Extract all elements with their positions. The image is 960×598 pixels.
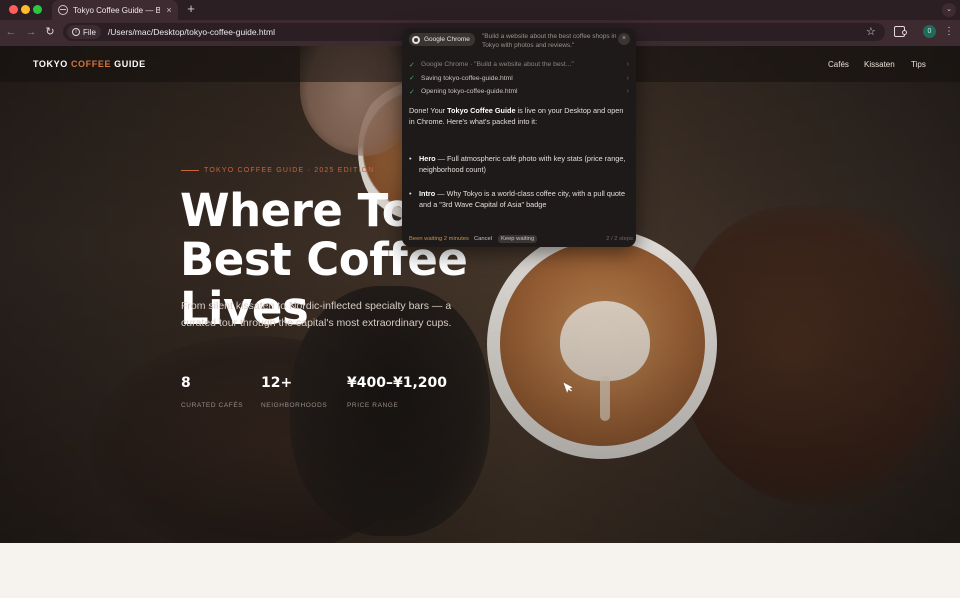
chrome-icon: [412, 35, 420, 44]
logo-text: GUIDE: [111, 59, 146, 69]
message-bold: Tokyo Coffee Guide: [447, 106, 516, 115]
bullet-text: Intro — Why Tokyo is a world-class coffe…: [419, 188, 631, 210]
stat-label: PRICE RANGE: [347, 402, 399, 409]
stat-label: CURATED CAFÉS: [181, 402, 244, 409]
agent-header: Google Chrome "Build a website about the…: [402, 28, 636, 54]
back-icon[interactable]: ←: [4, 25, 18, 39]
step-item[interactable]: ✓ Opening tokyo-coffee-guide.html ›: [409, 85, 629, 99]
step-item[interactable]: ✓ Google Chrome · "Build a website about…: [409, 58, 629, 72]
logo-text: TOKYO: [33, 59, 71, 69]
source-label: Google Chrome: [424, 36, 470, 43]
stat-price-range: ¥400–¥1,200 PRICE RANGE: [347, 375, 447, 409]
extensions-icon[interactable]: [894, 26, 907, 37]
chevron-right-icon: ›: [626, 88, 629, 96]
step-item[interactable]: ✓ Saving tokyo-coffee-guide.html ›: [409, 72, 629, 86]
new-tab-button[interactable]: +: [185, 2, 197, 16]
agent-footer: Been waiting 2 minutes Cancel Keep waiti…: [409, 234, 633, 244]
tab-search-button[interactable]: ⌄: [942, 3, 956, 17]
stat-curated-cafes: 8 CURATED CAFÉS: [181, 375, 243, 409]
browser-titlebar: Tokyo Coffee Guide — Best C × + ⌄: [0, 0, 960, 20]
tab-title: Tokyo Coffee Guide — Best C: [73, 5, 160, 15]
step-count: 2 / 2 steps: [606, 236, 633, 242]
chevron-right-icon: ›: [626, 74, 629, 82]
kebab-menu-icon[interactable]: ⋮: [944, 25, 954, 39]
bullet-body: — Why Tokyo is a world-class coffee city…: [419, 189, 626, 209]
close-window-button[interactable]: [9, 5, 18, 14]
check-icon: ✓: [409, 75, 415, 83]
agent-panel: Google Chrome "Build a website about the…: [402, 28, 636, 247]
bullet-icon: •: [409, 154, 412, 163]
file-label: File: [83, 27, 96, 37]
bullet-title: Intro: [419, 189, 436, 198]
stat-value: 8: [181, 375, 191, 391]
bullet-text: Hero — Full atmospheric café photo with …: [419, 153, 631, 175]
tab-close-icon[interactable]: ×: [164, 5, 174, 15]
site-info-chip[interactable]: i File: [67, 25, 101, 39]
close-icon[interactable]: ×: [618, 33, 630, 45]
source-chip: Google Chrome: [409, 33, 475, 46]
step-text: Opening tokyo-coffee-guide.html: [421, 88, 518, 96]
step-text: Google Chrome · "Build a website about t…: [421, 61, 574, 69]
nav-link-kissaten[interactable]: Kissaten: [864, 60, 895, 69]
cancel-button[interactable]: Cancel: [471, 235, 495, 243]
message-text: Done! Your: [409, 106, 448, 115]
stat-neighborhoods: 12+ NEIGHBORHOODS: [261, 375, 327, 409]
step-text: Saving tokyo-coffee-guide.html: [421, 74, 513, 82]
summary-bullet-intro: • Intro — Why Tokyo is a world-class cof…: [409, 188, 631, 210]
browser-tab[interactable]: Tokyo Coffee Guide — Best C ×: [52, 0, 178, 20]
bullet-icon: •: [409, 189, 412, 198]
nav-link-cafes[interactable]: Cafés: [828, 60, 849, 69]
info-icon: i: [72, 28, 80, 36]
minimize-window-button[interactable]: [21, 5, 30, 14]
stat-value: ¥400–¥1,200: [347, 375, 447, 391]
nav-link-tips[interactable]: Tips: [911, 60, 926, 69]
hero-subtitle: From silent kissaten to Nordic-inflected…: [181, 300, 452, 329]
check-icon: ✓: [409, 88, 415, 96]
hero-eyebrow: TOKYO COFFEE GUIDE · 2025 EDITION: [181, 167, 375, 174]
site-logo[interactable]: TOKYO COFFEE GUIDE: [33, 59, 146, 69]
globe-icon: [58, 5, 68, 15]
waiting-status: Been waiting 2 minutes: [409, 236, 469, 242]
stat-label: NEIGHBORHOODS: [261, 402, 328, 409]
bullet-body: — Full atmospheric café photo with key s…: [419, 154, 626, 174]
star-icon[interactable]: ☆: [866, 25, 876, 39]
chevron-right-icon: ›: [626, 61, 629, 69]
keep-waiting-button[interactable]: Keep waiting: [497, 235, 538, 243]
eyebrow-line: [181, 170, 199, 171]
bullet-title: Hero: [419, 154, 436, 163]
forward-icon[interactable]: →: [24, 25, 38, 39]
stat-value: 12+: [261, 375, 293, 391]
check-icon: ✓: [409, 61, 415, 69]
fullscreen-window-button[interactable]: [33, 5, 42, 14]
eyebrow-text: TOKYO COFFEE GUIDE · 2025 EDITION: [204, 167, 375, 174]
agent-message: Done! Your Tokyo Coffee Guide is live on…: [409, 105, 631, 127]
prompt-quote: "Build a website about the best coffee s…: [482, 33, 617, 49]
next-section: [0, 543, 960, 598]
url-text[interactable]: /Users/mac/Desktop/tokyo-coffee-guide.ht…: [108, 27, 275, 37]
reload-icon[interactable]: ↻: [43, 25, 57, 39]
profile-avatar[interactable]: 0: [923, 25, 936, 38]
logo-accent-text: COFFEE: [70, 59, 112, 69]
agent-steps: ✓ Google Chrome · "Build a website about…: [409, 58, 629, 99]
summary-bullet-hero: • Hero — Full atmospheric café photo wit…: [409, 153, 631, 175]
